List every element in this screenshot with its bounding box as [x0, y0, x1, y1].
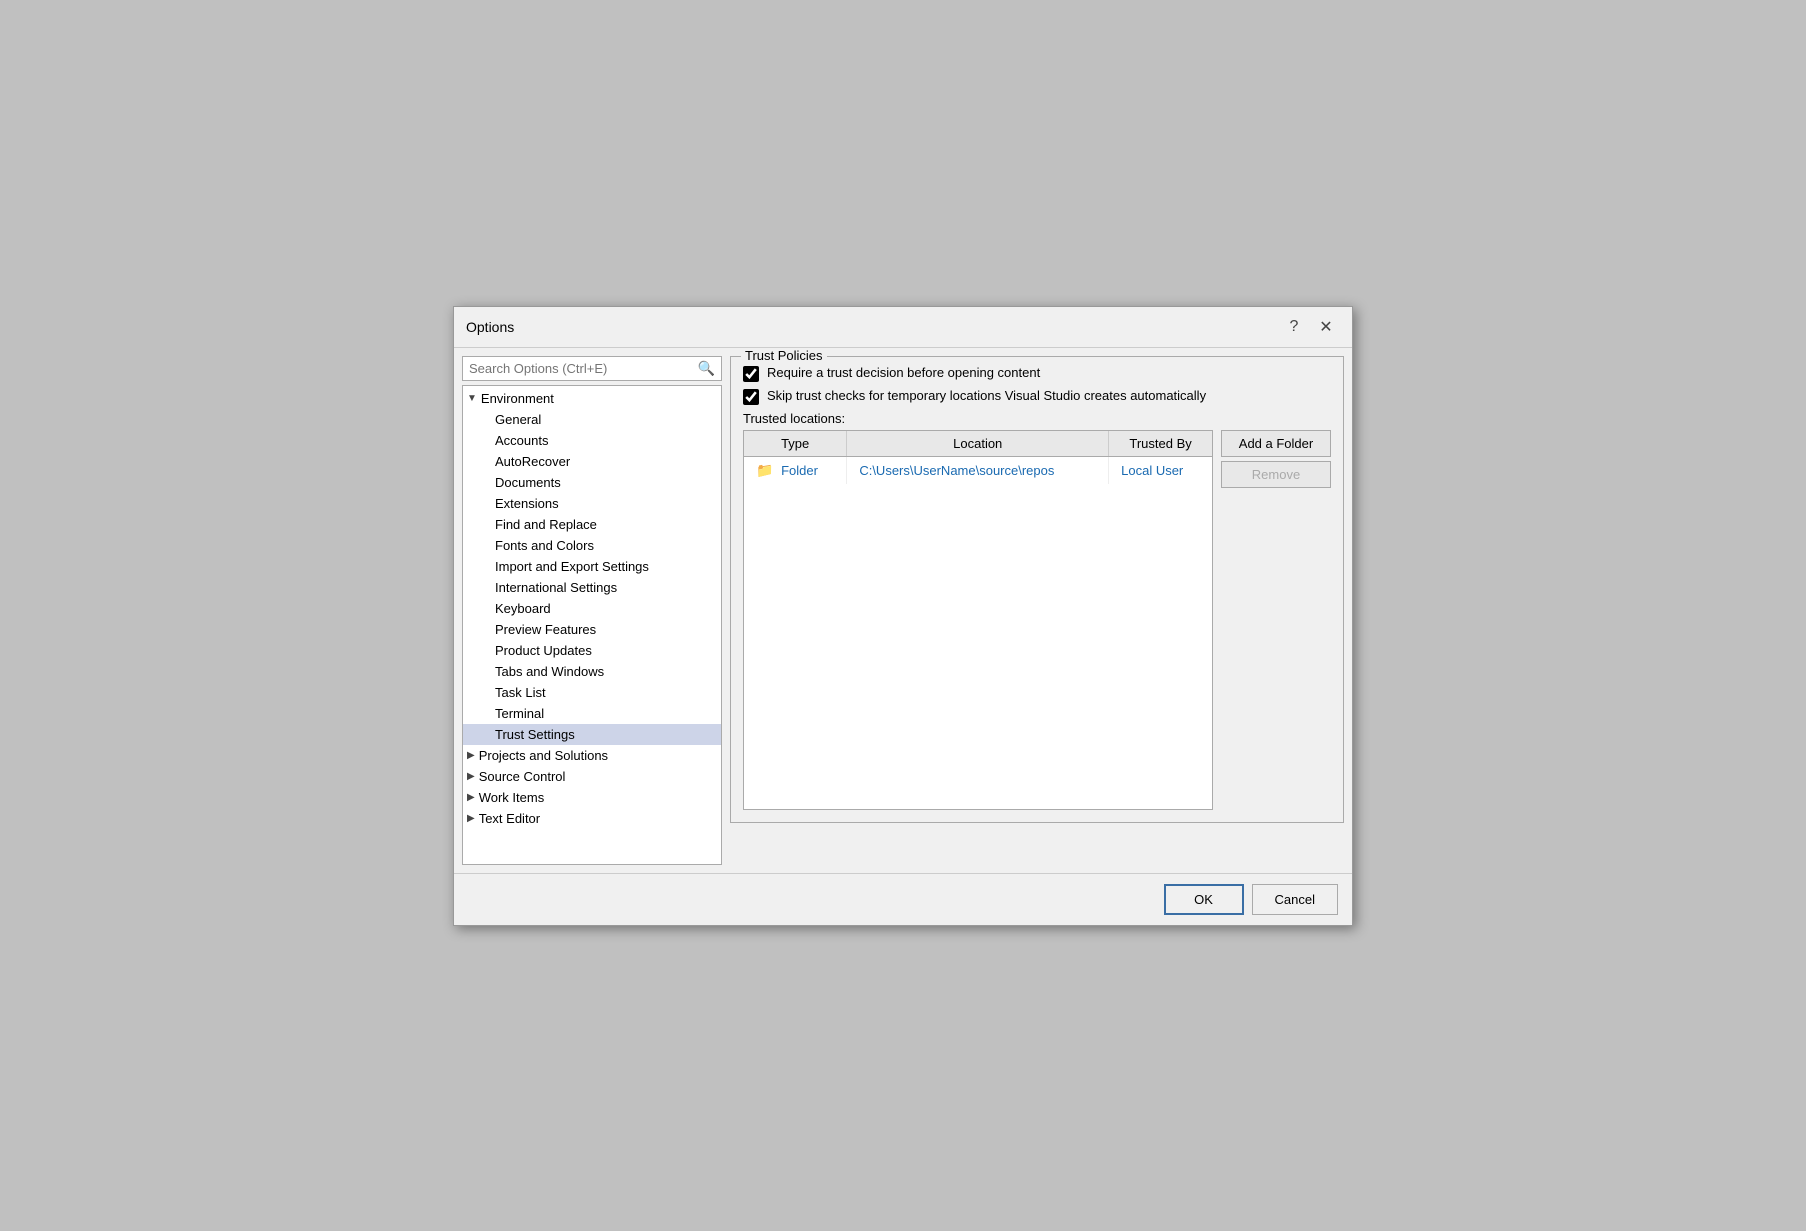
policy-row-2: Skip trust checks for temporary location…	[743, 388, 1331, 405]
row-type: 📁 Folder	[744, 456, 847, 484]
sidebar-item-autorecover[interactable]: AutoRecover	[463, 451, 721, 472]
table-buttons: Add a Folder Remove	[1221, 430, 1331, 810]
sidebar-item-preview[interactable]: Preview Features	[463, 619, 721, 640]
group-legend: Trust Policies	[741, 348, 827, 363]
search-box: 🔍	[462, 356, 722, 381]
expand-icon-work: ▶	[467, 792, 475, 803]
row-type-label: Folder	[781, 463, 818, 478]
expand-icon-source: ▶	[467, 771, 475, 782]
sidebar-item-international[interactable]: International Settings	[463, 577, 721, 598]
remove-button[interactable]: Remove	[1221, 461, 1331, 488]
environment-label: Environment	[481, 391, 554, 406]
close-button[interactable]: ✕	[1312, 315, 1340, 339]
sidebar-item-documents[interactable]: Documents	[463, 472, 721, 493]
tree-container[interactable]: ▼ Environment General Accounts AutoRecov…	[462, 385, 722, 865]
text-editor-label: Text Editor	[479, 811, 540, 826]
row-location-value: C:\Users\UserName\source\repos	[859, 463, 1054, 478]
sidebar-item-accounts[interactable]: Accounts	[463, 430, 721, 451]
col-trusted-by: Trusted By	[1109, 431, 1212, 457]
table-row[interactable]: 📁 Folder C:\Users\UserName\source\repos …	[744, 456, 1212, 484]
sidebar-item-find-replace[interactable]: Find and Replace	[463, 514, 721, 535]
sidebar-item-terminal[interactable]: Terminal	[463, 703, 721, 724]
help-button[interactable]: ?	[1280, 315, 1308, 339]
sidebar-item-product-updates[interactable]: Product Updates	[463, 640, 721, 661]
tree-source-control[interactable]: ▶ Source Control	[463, 766, 721, 787]
dialog-body: 🔍 ▼ Environment General Accounts AutoRec…	[454, 348, 1352, 873]
ok-button[interactable]: OK	[1164, 884, 1244, 915]
row-location: C:\Users\UserName\source\repos	[847, 456, 1109, 484]
row-trusted-by: Local User	[1109, 456, 1212, 484]
policy-row-1: Require a trust decision before opening …	[743, 365, 1331, 382]
tree-projects-solutions[interactable]: ▶ Projects and Solutions	[463, 745, 721, 766]
search-input[interactable]	[469, 361, 694, 376]
sidebar-item-extensions[interactable]: Extensions	[463, 493, 721, 514]
sidebar-item-general[interactable]: General	[463, 409, 721, 430]
sidebar-item-task-list[interactable]: Task List	[463, 682, 721, 703]
tree-text-editor[interactable]: ▶ Text Editor	[463, 808, 721, 829]
policy1-label: Require a trust decision before opening …	[767, 365, 1040, 380]
title-bar-buttons: ? ✕	[1280, 315, 1340, 339]
right-panel: Trust Policies Require a trust decision …	[730, 356, 1344, 865]
row-trusted-by-value: Local User	[1121, 463, 1183, 478]
trusted-table: Type Location Trusted By 📁 Folder	[744, 431, 1212, 484]
trusted-table-container: Type Location Trusted By 📁 Folder	[743, 430, 1213, 810]
folder-icon: 📁	[756, 462, 773, 478]
work-items-label: Work Items	[479, 790, 545, 805]
expand-icon: ▼	[467, 393, 477, 404]
expand-icon-text: ▶	[467, 813, 475, 824]
sidebar-item-keyboard[interactable]: Keyboard	[463, 598, 721, 619]
col-location: Location	[847, 431, 1109, 457]
title-bar: Options ? ✕	[454, 307, 1352, 348]
sidebar-item-trust-settings[interactable]: Trust Settings	[463, 724, 721, 745]
sidebar-item-import-export[interactable]: Import and Export Settings	[463, 556, 721, 577]
source-control-label: Source Control	[479, 769, 566, 784]
trust-policies-group: Trust Policies Require a trust decision …	[730, 356, 1344, 823]
add-folder-button[interactable]: Add a Folder	[1221, 430, 1331, 457]
col-type: Type	[744, 431, 847, 457]
policy1-checkbox[interactable]	[743, 366, 759, 382]
tree-environment[interactable]: ▼ Environment	[463, 388, 721, 409]
dialog-footer: OK Cancel	[454, 873, 1352, 925]
dialog-title: Options	[466, 319, 514, 335]
cancel-button[interactable]: Cancel	[1252, 884, 1338, 915]
policy2-checkbox[interactable]	[743, 389, 759, 405]
options-dialog: Options ? ✕ 🔍 ▼ Environment General	[453, 306, 1353, 926]
trusted-locations-area: Type Location Trusted By 📁 Folder	[743, 430, 1331, 810]
policy2-label: Skip trust checks for temporary location…	[767, 388, 1206, 403]
sidebar-item-tabs-windows[interactable]: Tabs and Windows	[463, 661, 721, 682]
projects-label: Projects and Solutions	[479, 748, 608, 763]
expand-icon-projects: ▶	[467, 750, 475, 761]
trusted-locations-label: Trusted locations:	[743, 411, 1331, 426]
sidebar-item-fonts-colors[interactable]: Fonts and Colors	[463, 535, 721, 556]
search-icon: 🔍	[698, 360, 715, 377]
tree-work-items[interactable]: ▶ Work Items	[463, 787, 721, 808]
left-panel: 🔍 ▼ Environment General Accounts AutoRec…	[462, 356, 722, 865]
